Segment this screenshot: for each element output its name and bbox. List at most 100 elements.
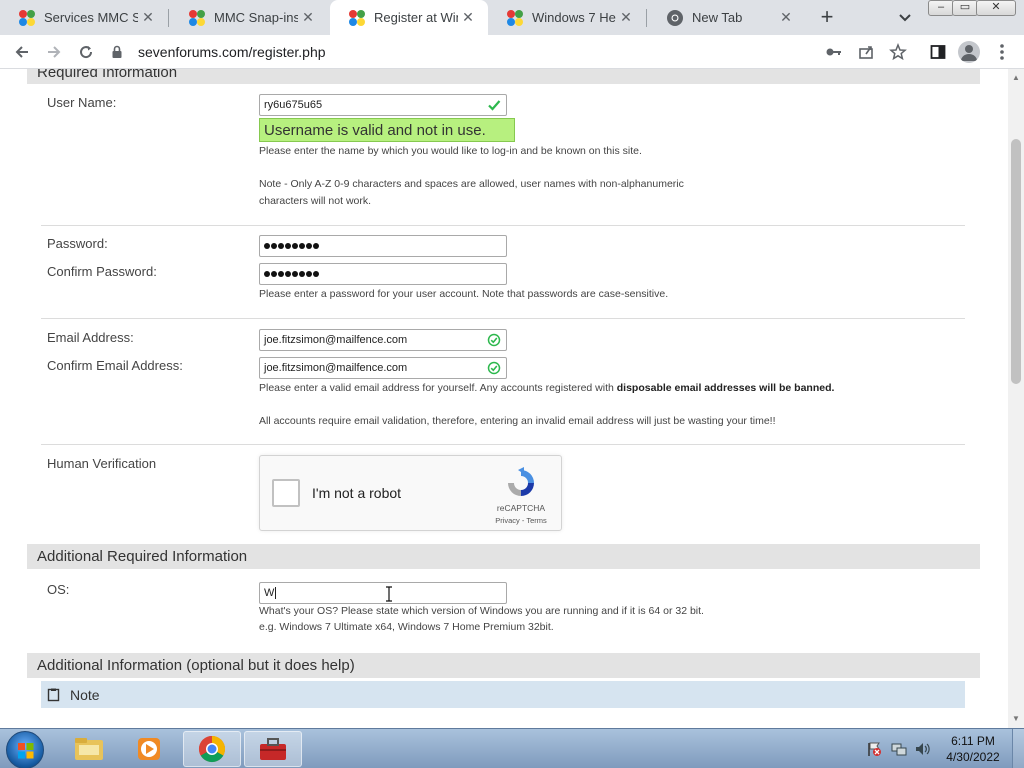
recaptcha-label: I'm not a robot xyxy=(312,485,402,501)
sevenforums-favicon-icon xyxy=(349,9,365,26)
windows-logo-icon xyxy=(18,743,34,759)
tab-new-tab[interactable]: New Tab ✕ xyxy=(648,0,806,35)
username-label: User Name: xyxy=(47,95,117,110)
email-help: Please enter a valid email address for y… xyxy=(259,380,834,397)
tab-title: Windows 7 Help F xyxy=(532,10,616,25)
back-button[interactable] xyxy=(10,40,34,64)
scroll-up-icon[interactable]: ▲ xyxy=(1011,73,1021,83)
tab-close-icon[interactable]: ✕ xyxy=(458,9,478,26)
recaptcha-checkbox[interactable] xyxy=(272,479,300,507)
close-window-button[interactable]: ✕ xyxy=(976,0,1016,16)
recaptcha-terms-link[interactable]: Privacy - Terms xyxy=(486,516,556,525)
confirm-email-label: Confirm Email Address: xyxy=(47,358,183,373)
taskbar-explorer[interactable] xyxy=(60,731,118,767)
page-scrollbar[interactable]: ▲ ▼ xyxy=(1008,69,1024,728)
os-label: OS: xyxy=(47,582,70,597)
chrome-icon xyxy=(198,735,226,763)
side-panel-icon xyxy=(930,45,946,59)
action-center-flag-icon[interactable] xyxy=(866,741,882,757)
tab-close-icon[interactable]: ✕ xyxy=(616,9,636,26)
tab-register-active[interactable]: Register at Windo ✕ xyxy=(330,0,488,35)
confirm-email-value: joe.fitzsimon@mailfence.com xyxy=(264,362,408,374)
tab-mmc-snapins[interactable]: MMC Snap-ins - C ✕ xyxy=(170,0,328,35)
taskbar-chrome[interactable] xyxy=(183,731,241,767)
sevenforums-favicon-icon xyxy=(189,9,205,26)
username-value: ry6u675u65 xyxy=(264,99,323,111)
chevron-down-icon[interactable] xyxy=(894,6,916,28)
lock-icon[interactable] xyxy=(110,45,124,59)
taskbar-clock[interactable]: 6:11 PM 4/30/2022 xyxy=(938,733,1008,765)
password-help: Please enter a password for your user ac… xyxy=(259,288,669,300)
minimize-button[interactable]: – xyxy=(928,0,954,16)
profile-avatar[interactable] xyxy=(958,41,980,63)
address-bar[interactable]: sevenforums.com/register.php xyxy=(110,39,910,65)
password-label: Password: xyxy=(47,236,108,251)
tab-close-icon[interactable]: ✕ xyxy=(138,9,158,26)
taskbar-toolbox[interactable] xyxy=(244,731,302,767)
section-required-information: Required Information xyxy=(27,69,980,84)
scrollbar-thumb[interactable] xyxy=(1011,139,1021,384)
maximize-button[interactable]: ▭ xyxy=(952,0,978,16)
share-icon xyxy=(859,46,873,59)
username-valid-message: Username is valid and not in use. xyxy=(259,118,515,142)
new-tab-button[interactable]: + xyxy=(816,5,838,29)
email-input[interactable]: joe.fitzsimon@mailfence.com xyxy=(259,329,507,351)
network-icon[interactable] xyxy=(891,741,907,757)
os-input[interactable]: W xyxy=(259,582,507,604)
os-help-2: e.g. Windows 7 Ultimate x64, Windows 7 H… xyxy=(259,621,554,633)
text-caret xyxy=(275,587,277,599)
side-panel-button[interactable] xyxy=(926,40,950,64)
tab-title: Register at Windo xyxy=(374,10,458,25)
username-input[interactable]: ry6u675u65 xyxy=(259,94,507,116)
note-title: Note xyxy=(70,686,100,703)
star-icon xyxy=(889,43,907,61)
tab-close-icon[interactable]: ✕ xyxy=(298,9,318,26)
clock-time: 6:11 PM xyxy=(951,734,995,748)
reload-icon xyxy=(80,46,93,59)
forward-button[interactable] xyxy=(42,40,66,64)
section-additional-optional: Additional Information (optional but it … xyxy=(27,653,980,678)
share-button[interactable] xyxy=(854,40,878,64)
checkmark-icon xyxy=(488,100,501,111)
tab-strip: Services MMC Snа ✕ MMC Snap-ins - C ✕ Re… xyxy=(0,0,1024,35)
recaptcha-widget: I'm not a robot reCAPTCHA Privacy - Term… xyxy=(259,455,562,531)
url-text[interactable]: sevenforums.com/register.php xyxy=(138,44,326,60)
taskbar-media-player[interactable] xyxy=(120,731,178,767)
confirm-email-input[interactable]: joe.fitzsimon@mailfence.com xyxy=(259,357,507,379)
more-vert-icon xyxy=(1000,44,1004,60)
media-player-icon xyxy=(138,738,160,760)
divider xyxy=(41,444,965,445)
chrome-icon xyxy=(667,9,683,26)
recaptcha-logo-icon xyxy=(508,467,534,496)
os-help-1: What's your OS? Please state which versi… xyxy=(259,605,704,617)
scroll-down-icon[interactable]: ▼ xyxy=(1011,714,1021,724)
email-label: Email Address: xyxy=(47,330,134,345)
bookmark-button[interactable] xyxy=(886,40,910,64)
tab-close-icon[interactable]: ✕ xyxy=(776,9,796,26)
arrow-left-icon xyxy=(15,46,28,58)
section-heading: Required Information xyxy=(37,69,178,81)
reload-button[interactable] xyxy=(74,40,98,64)
person-icon xyxy=(961,45,977,61)
username-help: Please enter the name by which you would… xyxy=(259,145,642,157)
tab-separator xyxy=(646,9,647,27)
tab-title: New Tab xyxy=(692,10,743,25)
show-desktop-button[interactable] xyxy=(1012,729,1024,768)
tab-title: Services MMC Snа xyxy=(44,10,138,25)
ibeam-cursor-icon xyxy=(386,586,392,602)
volume-icon[interactable] xyxy=(914,741,930,757)
email-value: joe.fitzsimon@mailfence.com xyxy=(264,334,408,346)
sevenforums-favicon-icon xyxy=(507,9,523,26)
start-button[interactable] xyxy=(6,731,44,768)
username-note-line2: characters will not work. xyxy=(259,195,372,207)
email-help-bold: disposable email addresses will be banne… xyxy=(616,382,835,394)
confirm-password-input[interactable] xyxy=(259,263,507,285)
password-input[interactable] xyxy=(259,235,507,257)
sevenforums-favicon-icon xyxy=(19,9,35,26)
tab-services-mmc[interactable]: Services MMC Snа ✕ xyxy=(0,0,168,35)
password-key-button[interactable] xyxy=(822,40,846,64)
tab-windows7-help[interactable]: Windows 7 Help F ✕ xyxy=(488,0,646,35)
section-heading: Additional Information (optional but it … xyxy=(37,657,355,674)
menu-button[interactable] xyxy=(990,40,1014,64)
recaptcha-brand: reCAPTCHA xyxy=(496,503,546,513)
